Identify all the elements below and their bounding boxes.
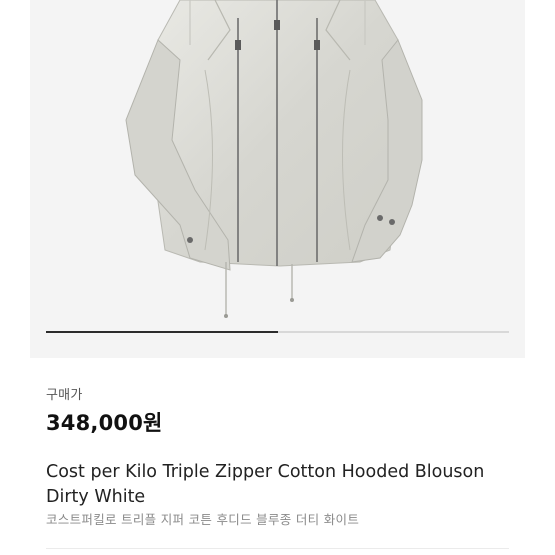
product-image-carousel[interactable] <box>30 0 525 358</box>
price-label: 구매가 <box>46 388 83 403</box>
product-title-line-2: Dirty White <box>46 487 146 507</box>
carousel-progress-track[interactable] <box>46 331 509 333</box>
product-page: 구매가 348,000원 Cost per Kilo Triple Zipper… <box>0 0 555 555</box>
jacket-photo <box>125 0 423 318</box>
price-value: 348,000원 <box>46 411 163 435</box>
product-title-line-1: Cost per Kilo Triple Zipper Cotton Hoode… <box>46 462 485 482</box>
carousel-progress-bar <box>46 331 278 333</box>
left-margin <box>0 0 30 555</box>
divider <box>46 548 509 549</box>
right-margin <box>525 0 555 555</box>
product-title: Cost per Kilo Triple Zipper Cotton Hoode… <box>46 460 516 510</box>
product-subtitle-korean: 코스트퍼킬로 트리플 지퍼 코튼 후디드 블루종 더티 화이트 <box>46 512 360 527</box>
